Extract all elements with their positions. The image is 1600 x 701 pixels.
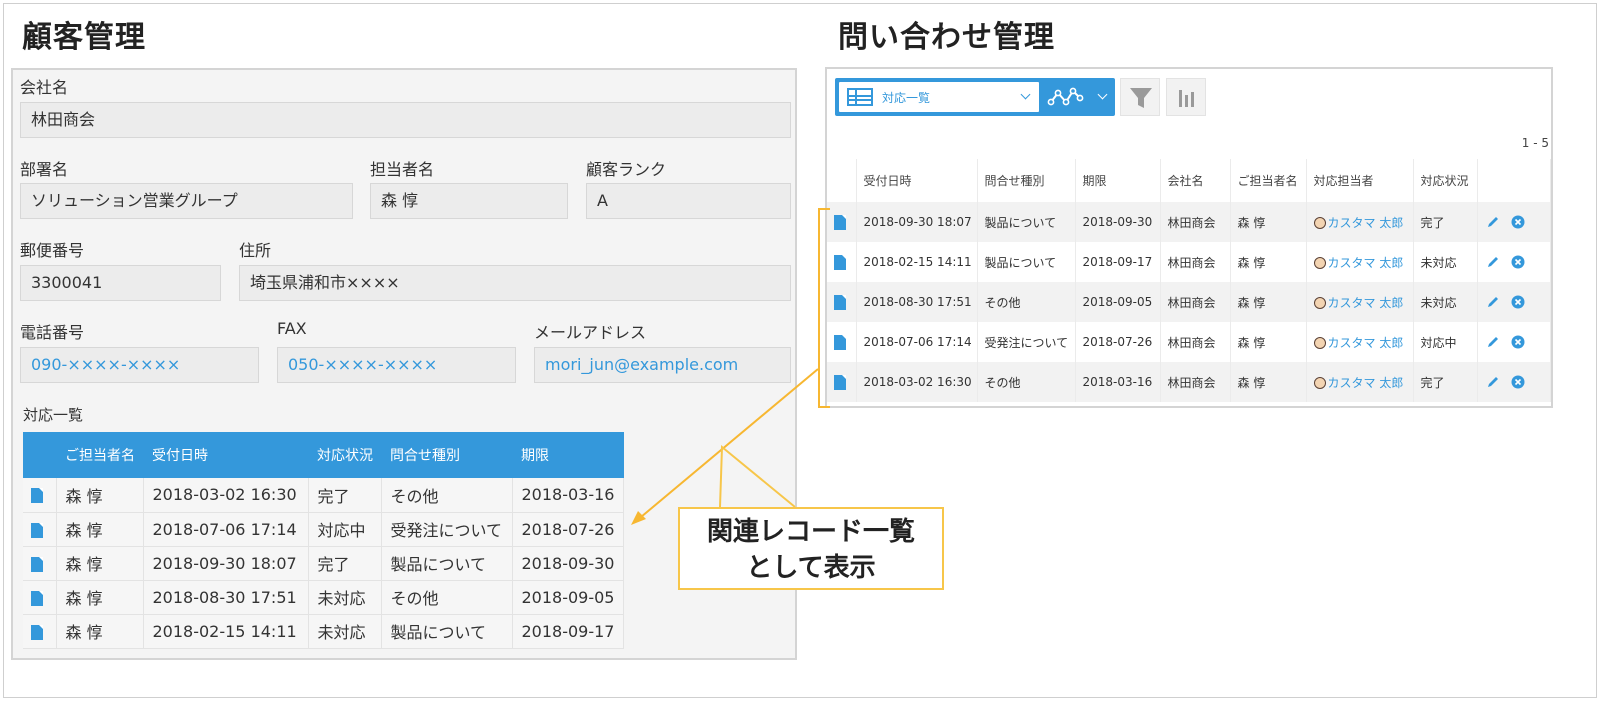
annotation-callout: 関連レコード一覧 として表示 [678,507,944,590]
callout-line-2: として表示 [746,553,876,583]
callout-line-1: 関連レコード一覧 [706,517,915,547]
annotation-arrow [631,368,819,525]
